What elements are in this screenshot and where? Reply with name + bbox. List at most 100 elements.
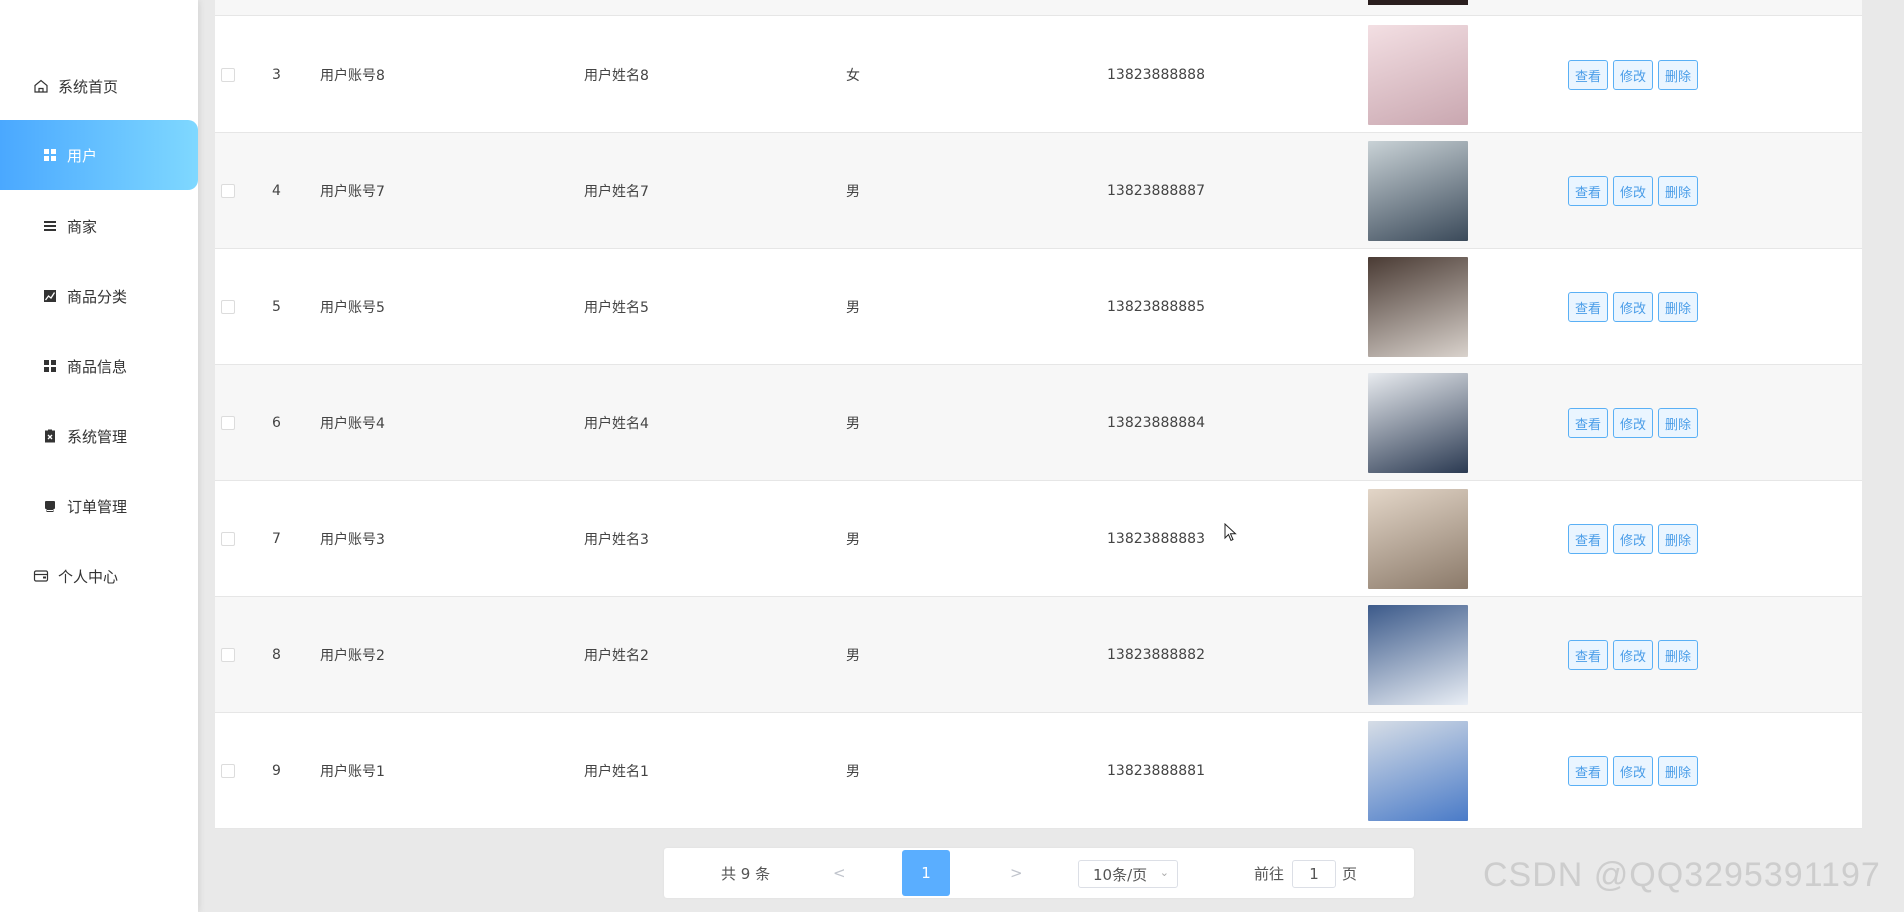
row-account: 用户账号7 <box>320 184 385 200</box>
view-button[interactable]: 查看 <box>1568 60 1608 90</box>
row-account: 用户账号5 <box>320 300 385 316</box>
goto-page-input[interactable]: 1 <box>1292 860 1336 888</box>
table-row: 7 用户账号3 用户姓名3 男 13823888883 查看 修改 删除 <box>215 481 1862 597</box>
row-account: 用户账号3 <box>320 532 385 548</box>
sidebar-item-order-management[interactable]: 订单管理 <box>0 471 198 541</box>
row-index: 4 <box>272 183 281 199</box>
pagination: 共 9 条 < 1 > 10条/页 ⌄ 前往 1 页 <box>664 848 1414 898</box>
row-name: 用户姓名7 <box>584 184 649 200</box>
mouse-cursor-icon <box>1224 522 1238 547</box>
row-checkbox[interactable] <box>221 68 235 82</box>
printer-icon <box>41 497 59 515</box>
avatar <box>1368 25 1468 125</box>
delete-button[interactable]: 删除 <box>1658 640 1698 670</box>
row-name: 用户姓名3 <box>584 532 649 548</box>
avatar <box>1368 257 1468 357</box>
edit-button[interactable]: 修改 <box>1613 640 1653 670</box>
sidebar-item-product-category[interactable]: 商品分类 <box>0 261 198 331</box>
page-size-select[interactable]: 10条/页 ⌄ <box>1078 860 1178 888</box>
row-index: 8 <box>272 647 281 663</box>
row-checkbox[interactable] <box>221 532 235 546</box>
avatar <box>1368 489 1468 589</box>
row-checkbox-cell <box>221 365 235 481</box>
sidebar-item-label: 系统首页 <box>58 77 119 96</box>
sidebar-item-home[interactable]: 系统首页 <box>0 51 198 121</box>
page-1-button[interactable]: 1 <box>902 850 950 896</box>
delete-button[interactable]: 删除 <box>1658 292 1698 322</box>
row-checkbox[interactable] <box>221 300 235 314</box>
delete-button[interactable]: 删除 <box>1658 60 1698 90</box>
page-size-value: 10条/页 <box>1093 865 1148 884</box>
row-checkbox[interactable] <box>221 648 235 662</box>
row-actions: 查看 修改 删除 <box>1568 597 1703 713</box>
row-name: 用户姓名5 <box>584 300 649 316</box>
delete-button[interactable]: 删除 <box>1658 408 1698 438</box>
edit-button[interactable]: 修改 <box>1613 524 1653 554</box>
list-icon <box>41 217 59 235</box>
row-checkbox-cell <box>221 713 235 829</box>
row-phone: 13823888883 <box>1107 531 1205 547</box>
row-index: 6 <box>272 415 281 431</box>
row-phone: 13823888881 <box>1107 763 1205 779</box>
view-button[interactable]: 查看 <box>1568 524 1608 554</box>
sidebar-item-personal-center[interactable]: 个人中心 <box>0 541 198 611</box>
avatar-partial <box>1368 0 1468 5</box>
prev-page-button[interactable]: < <box>833 848 846 898</box>
sidebar-item-label: 商家 <box>67 217 98 236</box>
sidebar-item-label: 个人中心 <box>58 567 119 586</box>
view-button[interactable]: 查看 <box>1568 640 1608 670</box>
row-phone: 13823888885 <box>1107 299 1205 315</box>
sidebar-item-product-info[interactable]: 商品信息 <box>0 331 198 401</box>
row-phone: 13823888888 <box>1107 67 1205 83</box>
row-checkbox-cell <box>221 17 235 133</box>
row-phone: 13823888887 <box>1107 183 1205 199</box>
sidebar-item-system-management[interactable]: 系统管理 <box>0 401 198 471</box>
row-actions: 查看 修改 删除 <box>1568 713 1703 829</box>
sidebar-item-merchants[interactable]: 商家 <box>0 191 198 261</box>
avatar <box>1368 141 1468 241</box>
edit-button[interactable]: 修改 <box>1613 292 1653 322</box>
edit-button[interactable]: 修改 <box>1613 408 1653 438</box>
view-button[interactable]: 查看 <box>1568 756 1608 786</box>
row-gender: 男 <box>846 764 860 780</box>
delete-button[interactable]: 删除 <box>1658 756 1698 786</box>
delete-button[interactable]: 删除 <box>1658 524 1698 554</box>
row-actions: 查看 修改 删除 <box>1568 17 1703 133</box>
table-row: 8 用户账号2 用户姓名2 男 13823888882 查看 修改 删除 <box>215 597 1862 713</box>
table-row-partial <box>215 0 1862 16</box>
sidebar-item-label: 商品分类 <box>67 287 128 306</box>
chevron-down-icon: ⌄ <box>1159 866 1169 879</box>
row-account: 用户账号1 <box>320 764 385 780</box>
avatar <box>1368 373 1468 473</box>
table-row: 5 用户账号5 用户姓名5 男 13823888885 查看 修改 删除 <box>215 249 1862 365</box>
row-checkbox[interactable] <box>221 184 235 198</box>
row-name: 用户姓名8 <box>584 68 649 84</box>
grid-icon <box>41 146 59 164</box>
delete-button[interactable]: 删除 <box>1658 176 1698 206</box>
row-account: 用户账号8 <box>320 68 385 84</box>
view-button[interactable]: 查看 <box>1568 408 1608 438</box>
next-page-button[interactable]: > <box>1010 848 1023 898</box>
row-gender: 女 <box>846 68 860 84</box>
watermark: CSDN @QQ3295391197 <box>1483 856 1881 894</box>
view-button[interactable]: 查看 <box>1568 176 1608 206</box>
edit-button[interactable]: 修改 <box>1613 756 1653 786</box>
sidebar-item-label: 系统管理 <box>67 427 128 446</box>
sidebar: 系统首页 用户 商家 商品分类 商品信息 系统管理 订单管理 个人中心 <box>0 0 198 912</box>
table-row: 3 用户账号8 用户姓名8 女 13823888888 查看 修改 删除 <box>215 17 1862 133</box>
view-button[interactable]: 查看 <box>1568 292 1608 322</box>
row-actions: 查看 修改 删除 <box>1568 133 1703 249</box>
row-checkbox-cell <box>221 597 235 713</box>
edit-button[interactable]: 修改 <box>1613 60 1653 90</box>
goto-label: 前往 <box>1254 864 1285 883</box>
edit-button[interactable]: 修改 <box>1613 176 1653 206</box>
pagination-total: 共 9 条 <box>721 864 771 883</box>
home-icon <box>32 77 50 95</box>
row-name: 用户姓名1 <box>584 764 649 780</box>
row-checkbox[interactable] <box>221 416 235 430</box>
table-row: 9 用户账号1 用户姓名1 男 13823888881 查看 修改 删除 <box>215 713 1862 829</box>
row-index: 7 <box>272 531 281 547</box>
row-checkbox[interactable] <box>221 764 235 778</box>
sidebar-item-users[interactable]: 用户 <box>0 120 198 190</box>
row-index: 5 <box>272 299 281 315</box>
